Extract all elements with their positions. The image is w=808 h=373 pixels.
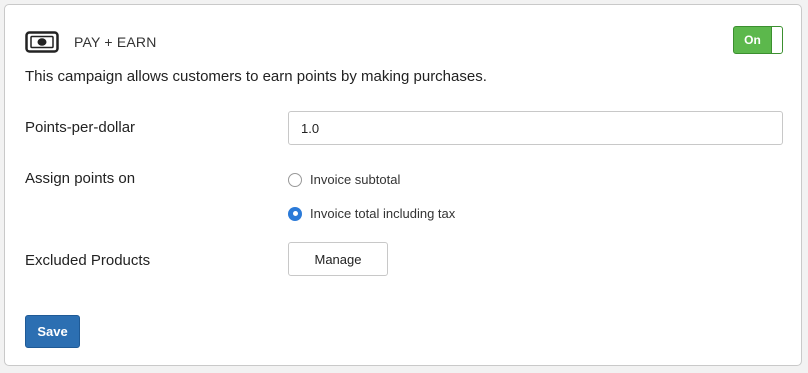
- points-per-dollar-label: Points-per-dollar: [25, 119, 136, 136]
- campaign-toggle[interactable]: On: [733, 26, 783, 54]
- save-button[interactable]: Save: [25, 315, 80, 348]
- campaign-panel: PAY + EARN On This campaign allows custo…: [4, 4, 802, 366]
- radio-option-invoice-subtotal[interactable]: Invoice subtotal: [288, 172, 400, 187]
- radio-label: Invoice total including tax: [310, 206, 456, 221]
- campaign-header: PAY + EARN: [25, 31, 157, 53]
- points-per-dollar-input[interactable]: [288, 111, 783, 145]
- assign-points-label: Assign points on: [25, 170, 136, 187]
- toggle-knob: [771, 27, 782, 53]
- radio-label: Invoice subtotal: [310, 172, 401, 187]
- toggle-label: On: [744, 33, 761, 47]
- radio-option-invoice-total[interactable]: Invoice total including tax: [288, 206, 455, 221]
- radio-button-selected[interactable]: [288, 206, 302, 221]
- campaign-title: PAY + EARN: [74, 34, 157, 50]
- radio-button[interactable]: [288, 172, 302, 187]
- manage-button[interactable]: Manage: [288, 242, 388, 276]
- excluded-products-label: Excluded Products: [25, 252, 151, 269]
- campaign-description: This campaign allows customers to earn p…: [25, 68, 487, 85]
- money-bill-icon: [25, 31, 59, 53]
